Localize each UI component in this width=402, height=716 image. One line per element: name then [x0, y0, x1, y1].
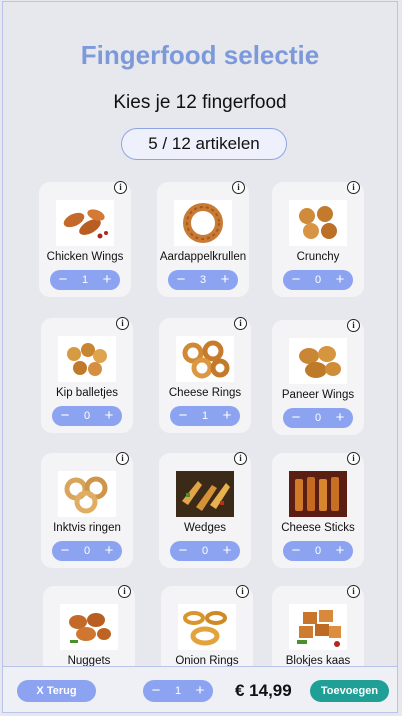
product-name: Cheese Sticks	[281, 522, 355, 534]
info-icon[interactable]: i	[347, 181, 360, 194]
add-to-cart-button[interactable]: Toevoegen	[310, 680, 389, 702]
product-name: Paneer Wings	[281, 389, 355, 401]
product-card-cheese-sticks[interactable]: i Cheese Sticks − 0 +	[272, 452, 364, 568]
quantity-value: 0	[83, 410, 91, 422]
increase-button[interactable]: +	[100, 270, 114, 290]
info-icon[interactable]: i	[347, 452, 360, 465]
increase-button[interactable]: +	[102, 541, 116, 561]
decrease-button[interactable]: −	[174, 270, 188, 290]
page-subtitle: Kies je 12 fingerfood	[113, 92, 287, 113]
product-card-wedges[interactable]: i Wedges − 0 +	[159, 452, 251, 568]
selection-counter: 5 / 12 artikelen	[121, 128, 287, 160]
quantity-value: 1	[201, 410, 209, 422]
blokjes-kaas-image	[289, 604, 347, 650]
quantity-value: 0	[314, 412, 322, 424]
product-name: Wedges	[184, 522, 226, 534]
decrease-button[interactable]: −	[176, 406, 190, 426]
info-icon[interactable]: i	[347, 585, 360, 598]
increase-button[interactable]: +	[333, 408, 347, 428]
quantity-stepper: − 0 +	[283, 270, 353, 290]
decrease-button[interactable]: −	[56, 270, 70, 290]
info-icon[interactable]: i	[114, 181, 127, 194]
product-name: Crunchy	[296, 251, 340, 263]
product-name: Inktvis ringen	[53, 522, 121, 534]
crunchy-image	[289, 200, 347, 246]
quantity-value: 0	[201, 545, 209, 557]
quantity-stepper: − 0 +	[170, 541, 240, 561]
info-icon[interactable]: i	[234, 317, 247, 330]
kip-balletjes-image	[58, 336, 116, 382]
increase-button[interactable]: +	[220, 406, 234, 426]
product-card-kip-balletjes[interactable]: i Kip balletjes − 0 +	[41, 317, 133, 433]
aardappelkrullen-image	[174, 200, 232, 246]
info-icon[interactable]: i	[232, 181, 245, 194]
quantity-stepper: − 0 +	[283, 541, 353, 561]
total-price: € 14,99	[235, 681, 292, 700]
decrease-button[interactable]: −	[58, 541, 72, 561]
info-icon[interactable]: i	[236, 585, 249, 598]
decrease-button[interactable]: −	[289, 541, 303, 561]
wedges-image	[176, 471, 234, 517]
decrease-button[interactable]: −	[176, 541, 190, 561]
product-card-inktvis-ringen[interactable]: i Inktvis ringen − 0 +	[41, 452, 133, 568]
product-name: Kip balletjes	[55, 387, 118, 399]
product-card-paneer-wings[interactable]: i Paneer Wings − 0 +	[272, 319, 364, 435]
product-name: Aardappelkrullen	[159, 251, 247, 263]
chicken-wings-image	[56, 200, 114, 246]
increase-button[interactable]: +	[333, 541, 347, 561]
quantity-value: 1	[81, 274, 89, 286]
quantity-value: 0	[314, 545, 322, 557]
product-card-chicken-wings[interactable]: i Chicken Wings − 1 +	[39, 181, 131, 297]
footer-bar: X Terug − 1 + € 14,99 Toevoegen	[3, 666, 397, 712]
quantity-value: 0	[83, 545, 91, 557]
app-frame: Fingerfood selectie Kies je 12 fingerfoo…	[2, 1, 398, 713]
increase-button[interactable]: +	[102, 406, 116, 426]
product-card-crunchy[interactable]: i Crunchy − 0 +	[272, 181, 364, 297]
decrease-button[interactable]: −	[149, 680, 163, 702]
decrease-button[interactable]: −	[289, 270, 303, 290]
info-icon[interactable]: i	[118, 585, 131, 598]
increase-button[interactable]: +	[218, 270, 232, 290]
info-icon[interactable]: i	[116, 452, 129, 465]
onion-rings-image	[178, 604, 236, 650]
quantity-stepper: − 0 +	[52, 541, 122, 561]
info-icon[interactable]: i	[234, 452, 247, 465]
quantity-stepper: − 1 +	[170, 406, 240, 426]
decrease-button[interactable]: −	[58, 406, 72, 426]
product-card-cheese-rings[interactable]: i Cheese Rings − 1 +	[159, 317, 251, 433]
quantity-stepper: − 3 +	[168, 270, 238, 290]
inktvis-ringen-image	[58, 471, 116, 517]
footer-quantity-stepper: − 1 +	[143, 680, 213, 702]
page-title: Fingerfood selectie	[80, 40, 320, 70]
quantity-stepper: − 1 +	[50, 270, 120, 290]
cheese-sticks-image	[289, 471, 347, 517]
back-button[interactable]: X Terug	[17, 680, 96, 702]
cheese-rings-image	[176, 336, 234, 382]
info-icon[interactable]: i	[116, 317, 129, 330]
info-icon[interactable]: i	[347, 319, 360, 332]
increase-button[interactable]: +	[220, 541, 234, 561]
quantity-value: 0	[314, 274, 322, 286]
product-name: Cheese Rings	[168, 387, 242, 399]
increase-button[interactable]: +	[333, 270, 347, 290]
quantity-value: 3	[199, 274, 207, 286]
nuggets-image	[60, 604, 118, 650]
product-name: Chicken Wings	[46, 251, 124, 263]
decrease-button[interactable]: −	[289, 408, 303, 428]
increase-button[interactable]: +	[193, 680, 207, 702]
product-card-aardappelkrullen[interactable]: i Aardappelkrullen − 3 +	[157, 181, 249, 297]
quantity-stepper: − 0 +	[52, 406, 122, 426]
paneer-wings-image	[289, 338, 347, 384]
quantity-stepper: − 0 +	[283, 408, 353, 428]
quantity-value: 1	[174, 685, 182, 697]
